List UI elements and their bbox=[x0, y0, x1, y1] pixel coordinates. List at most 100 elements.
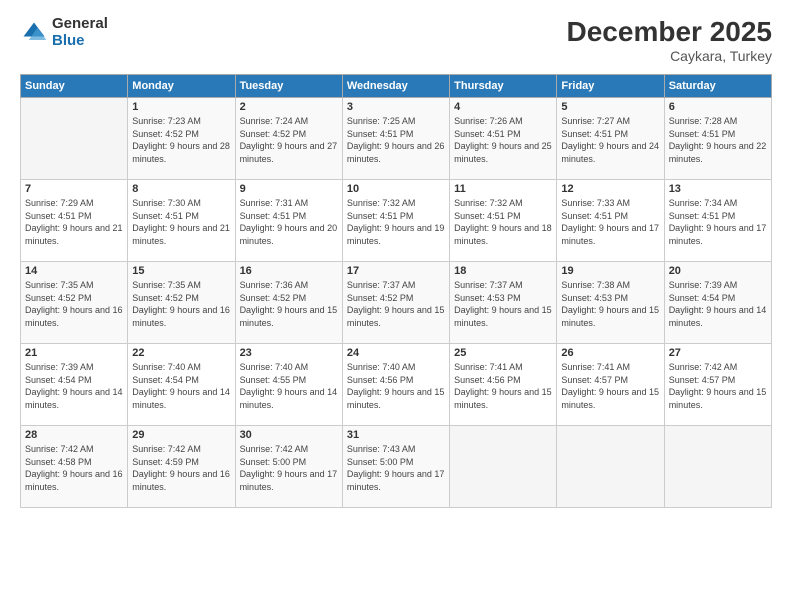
table-row: 9 Sunrise: 7:31 AMSunset: 4:51 PMDaylight… bbox=[235, 180, 342, 262]
table-row: 19 Sunrise: 7:38 AMSunset: 4:53 PMDayligh… bbox=[557, 262, 664, 344]
day-info: Sunrise: 7:41 AMSunset: 4:56 PMDaylight:… bbox=[454, 361, 552, 411]
logo-blue-text: Blue bbox=[52, 33, 108, 50]
table-row: 26Sunrise: 7:41 AMSunset: 4:57 PMDayligh… bbox=[557, 344, 664, 426]
day-info: Sunrise: 7:42 AMSunset: 4:57 PMDaylight:… bbox=[669, 361, 767, 411]
day-number: 28 bbox=[25, 429, 123, 441]
day-number: 31 bbox=[347, 429, 445, 441]
day-info: Sunrise: 7:24 AMSunset: 4:52 PMDaylight:… bbox=[240, 115, 338, 165]
day-info: Sunrise: 7:23 AMSunset: 4:52 PMDaylight:… bbox=[132, 115, 230, 165]
table-row: 6Sunrise: 7:28 AMSunset: 4:51 PMDaylight… bbox=[664, 98, 771, 180]
day-number: 25 bbox=[454, 347, 552, 359]
header-tuesday: Tuesday bbox=[235, 75, 342, 98]
title-block: December 2025 Caykara, Turkey bbox=[567, 16, 772, 64]
table-row: 20 Sunrise: 7:39 AMSunset: 4:54 PMDayligh… bbox=[664, 262, 771, 344]
day-info: Sunrise: 7:37 AMSunset: 4:52 PMDaylight:… bbox=[347, 279, 445, 329]
table-row: 16 Sunrise: 7:36 AMSunset: 4:52 PMDayligh… bbox=[235, 262, 342, 344]
header-wednesday: Wednesday bbox=[342, 75, 449, 98]
table-row: 25 Sunrise: 7:41 AMSunset: 4:56 PMDayligh… bbox=[450, 344, 557, 426]
table-row: 31 Sunrise: 7:43 AMSunset: 5:00 PMDayligh… bbox=[342, 426, 449, 508]
day-number: 15 bbox=[132, 265, 230, 277]
day-number: 11 bbox=[454, 183, 552, 195]
day-number: 27 bbox=[669, 347, 767, 359]
day-info: Sunrise: 7:35 AMSunset: 4:52 PMDaylight:… bbox=[25, 279, 123, 329]
table-row: 4 Sunrise: 7:26 AMSunset: 4:51 PMDaylight… bbox=[450, 98, 557, 180]
table-row: 12 Sunrise: 7:33 AMSunset: 4:51 PMDayligh… bbox=[557, 180, 664, 262]
day-info: Sunrise: 7:32 AMSunset: 4:51 PMDaylight:… bbox=[454, 197, 552, 247]
table-row: 21Sunrise: 7:39 AMSunset: 4:54 PMDayligh… bbox=[21, 344, 128, 426]
day-number: 16 bbox=[240, 265, 338, 277]
table-row: 18Sunrise: 7:37 AMSunset: 4:53 PMDayligh… bbox=[450, 262, 557, 344]
day-info: Sunrise: 7:42 AMSunset: 5:00 PMDaylight:… bbox=[240, 443, 338, 493]
day-info: Sunrise: 7:35 AMSunset: 4:52 PMDaylight:… bbox=[132, 279, 230, 329]
day-info: Sunrise: 7:43 AMSunset: 5:00 PMDaylight:… bbox=[347, 443, 445, 493]
day-info: Sunrise: 7:40 AMSunset: 4:55 PMDaylight:… bbox=[240, 361, 338, 411]
table-row: 28 Sunrise: 7:42 AMSunset: 4:58 PMDayligh… bbox=[21, 426, 128, 508]
table-row bbox=[557, 426, 664, 508]
table-row: 22 Sunrise: 7:40 AMSunset: 4:54 PMDayligh… bbox=[128, 344, 235, 426]
day-info: Sunrise: 7:34 AMSunset: 4:51 PMDaylight:… bbox=[669, 197, 767, 247]
day-info: Sunrise: 7:36 AMSunset: 4:52 PMDaylight:… bbox=[240, 279, 338, 329]
day-info: Sunrise: 7:41 AMSunset: 4:57 PMDaylight:… bbox=[561, 361, 659, 411]
day-number: 20 bbox=[669, 265, 767, 277]
calendar-week-row: 28 Sunrise: 7:42 AMSunset: 4:58 PMDayligh… bbox=[21, 426, 772, 508]
day-info: Sunrise: 7:42 AMSunset: 4:59 PMDaylight:… bbox=[132, 443, 230, 493]
day-number: 17 bbox=[347, 265, 445, 277]
day-number: 6 bbox=[669, 101, 767, 113]
day-info: Sunrise: 7:40 AMSunset: 4:54 PMDaylight:… bbox=[132, 361, 230, 411]
day-number: 24 bbox=[347, 347, 445, 359]
table-row: 13 Sunrise: 7:34 AMSunset: 4:51 PMDayligh… bbox=[664, 180, 771, 262]
table-row: 23 Sunrise: 7:40 AMSunset: 4:55 PMDayligh… bbox=[235, 344, 342, 426]
calendar-table: Sunday Monday Tuesday Wednesday Thursday… bbox=[20, 74, 772, 508]
day-number: 3 bbox=[347, 101, 445, 113]
day-number: 13 bbox=[669, 183, 767, 195]
table-row: 1 Sunrise: 7:23 AMSunset: 4:52 PMDaylight… bbox=[128, 98, 235, 180]
day-number: 30 bbox=[240, 429, 338, 441]
logo-icon bbox=[20, 19, 48, 47]
day-info: Sunrise: 7:39 AMSunset: 4:54 PMDaylight:… bbox=[25, 361, 123, 411]
table-row: 29 Sunrise: 7:42 AMSunset: 4:59 PMDayligh… bbox=[128, 426, 235, 508]
day-number: 10 bbox=[347, 183, 445, 195]
table-row: 27 Sunrise: 7:42 AMSunset: 4:57 PMDayligh… bbox=[664, 344, 771, 426]
day-number: 12 bbox=[561, 183, 659, 195]
table-row: 17 Sunrise: 7:37 AMSunset: 4:52 PMDayligh… bbox=[342, 262, 449, 344]
day-number: 29 bbox=[132, 429, 230, 441]
table-row: 24Sunrise: 7:40 AMSunset: 4:56 PMDayligh… bbox=[342, 344, 449, 426]
calendar-week-row: 14 Sunrise: 7:35 AMSunset: 4:52 PMDayligh… bbox=[21, 262, 772, 344]
table-row bbox=[450, 426, 557, 508]
table-row bbox=[21, 98, 128, 180]
day-number: 8 bbox=[132, 183, 230, 195]
header: General Blue December 2025 Caykara, Turk… bbox=[20, 16, 772, 64]
header-thursday: Thursday bbox=[450, 75, 557, 98]
table-row: 3Sunrise: 7:25 AMSunset: 4:51 PMDaylight… bbox=[342, 98, 449, 180]
logo: General Blue bbox=[20, 16, 108, 49]
calendar-week-row: 21Sunrise: 7:39 AMSunset: 4:54 PMDayligh… bbox=[21, 344, 772, 426]
header-saturday: Saturday bbox=[664, 75, 771, 98]
table-row bbox=[664, 426, 771, 508]
day-number: 14 bbox=[25, 265, 123, 277]
day-number: 4 bbox=[454, 101, 552, 113]
location: Caykara, Turkey bbox=[567, 48, 772, 64]
day-info: Sunrise: 7:31 AMSunset: 4:51 PMDaylight:… bbox=[240, 197, 338, 247]
day-info: Sunrise: 7:29 AMSunset: 4:51 PMDaylight:… bbox=[25, 197, 123, 247]
day-info: Sunrise: 7:27 AMSunset: 4:51 PMDaylight:… bbox=[561, 115, 659, 165]
table-row: 8Sunrise: 7:30 AMSunset: 4:51 PMDaylight… bbox=[128, 180, 235, 262]
day-info: Sunrise: 7:26 AMSunset: 4:51 PMDaylight:… bbox=[454, 115, 552, 165]
table-row: 15 Sunrise: 7:35 AMSunset: 4:52 PMDayligh… bbox=[128, 262, 235, 344]
day-number: 9 bbox=[240, 183, 338, 195]
day-number: 1 bbox=[132, 101, 230, 113]
month-title: December 2025 bbox=[567, 16, 772, 48]
day-number: 19 bbox=[561, 265, 659, 277]
day-number: 22 bbox=[132, 347, 230, 359]
day-info: Sunrise: 7:38 AMSunset: 4:53 PMDaylight:… bbox=[561, 279, 659, 329]
day-info: Sunrise: 7:33 AMSunset: 4:51 PMDaylight:… bbox=[561, 197, 659, 247]
day-number: 7 bbox=[25, 183, 123, 195]
day-info: Sunrise: 7:39 AMSunset: 4:54 PMDaylight:… bbox=[669, 279, 767, 329]
header-friday: Friday bbox=[557, 75, 664, 98]
day-info: Sunrise: 7:42 AMSunset: 4:58 PMDaylight:… bbox=[25, 443, 123, 493]
day-number: 23 bbox=[240, 347, 338, 359]
calendar-page: General Blue December 2025 Caykara, Turk… bbox=[0, 0, 792, 612]
table-row: 30 Sunrise: 7:42 AMSunset: 5:00 PMDayligh… bbox=[235, 426, 342, 508]
logo-general-text: General bbox=[52, 16, 108, 33]
calendar-week-row: 1 Sunrise: 7:23 AMSunset: 4:52 PMDaylight… bbox=[21, 98, 772, 180]
table-row: 11 Sunrise: 7:32 AMSunset: 4:51 PMDayligh… bbox=[450, 180, 557, 262]
